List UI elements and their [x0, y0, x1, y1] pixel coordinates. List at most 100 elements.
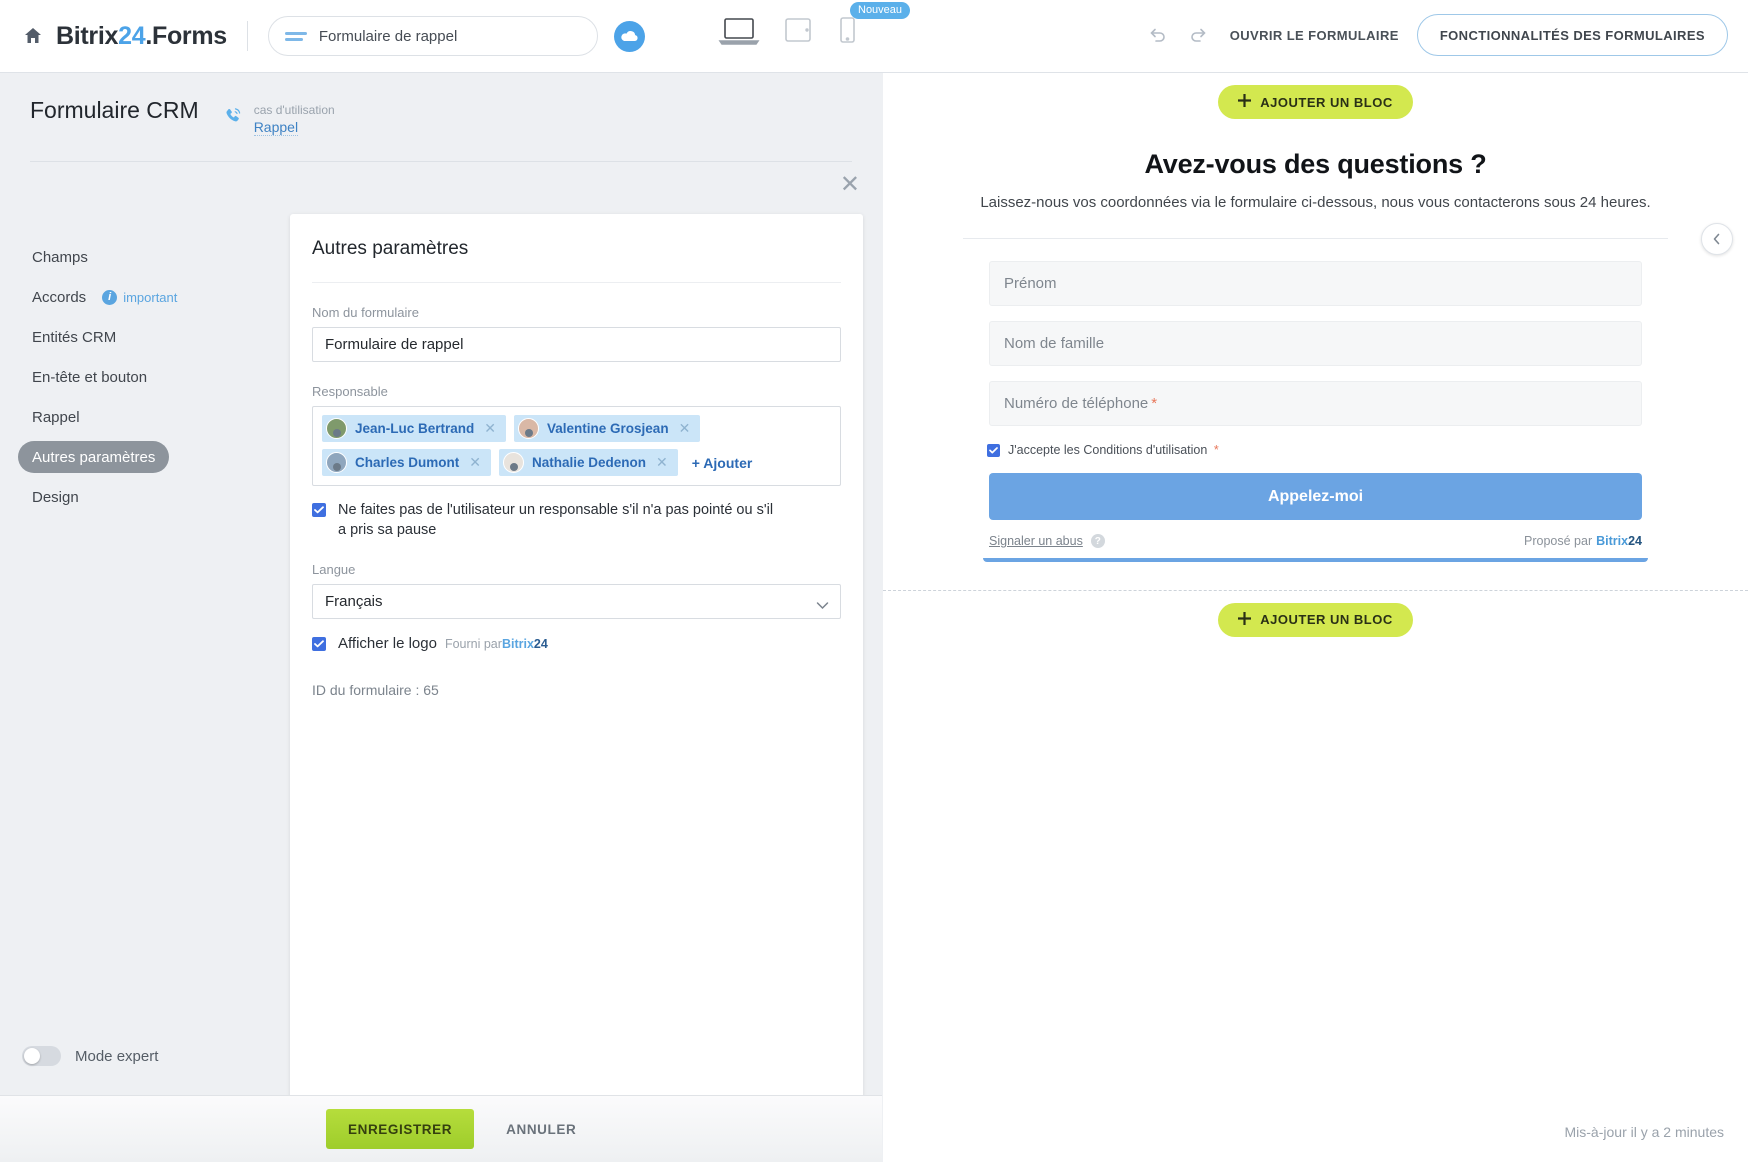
laptop-icon[interactable]	[718, 14, 760, 51]
responsible-chip[interactable]: Charles Dumont ✕	[322, 449, 491, 476]
cancel-button[interactable]: ANNULER	[500, 1121, 582, 1138]
add-block-button-bottom[interactable]: AJOUTER UN BLOC	[1218, 603, 1412, 637]
responsible-chip[interactable]: Jean-Luc Bertrand ✕	[322, 415, 506, 442]
remove-icon[interactable]: ✕	[484, 420, 496, 437]
remove-icon[interactable]: ✕	[679, 420, 691, 437]
use-case: cas d'utilisation Rappel	[221, 101, 335, 137]
expert-mode-toggle[interactable]	[22, 1046, 61, 1066]
sidebar-item-label: Entités CRM	[32, 329, 116, 346]
app-root: Bitrix24.Forms Formulaire de rappel	[0, 0, 1748, 1162]
sidebar-item-label: Design	[32, 489, 79, 506]
open-form-button[interactable]: OUVRIR LE FORMULAIRE	[1230, 28, 1399, 43]
tablet-icon[interactable]	[782, 14, 814, 51]
report-abuse-link[interactable]: Signaler un abus	[989, 534, 1083, 548]
settings-title: Autres paramètres	[312, 238, 841, 260]
powered-by-text: Proposé par	[1524, 534, 1592, 548]
important-label: important	[123, 290, 177, 305]
language-value: Français	[325, 593, 383, 610]
device-preview-group: Nouveau	[718, 14, 858, 51]
accept-terms-text: J'accepte les Conditions d'utilisation	[1008, 443, 1207, 457]
form-name-text: Formulaire de rappel	[319, 28, 457, 45]
powered-brand: Bitrix	[1596, 534, 1628, 548]
brand-post: .Forms	[145, 22, 227, 50]
undo-icon[interactable]	[1138, 15, 1178, 55]
sidebar-item-label: En-tête et bouton	[32, 369, 147, 386]
sidebar-item-label: Champs	[32, 249, 88, 266]
responsible-name: Jean-Luc Bertrand	[355, 421, 474, 436]
remove-icon[interactable]: ✕	[656, 454, 668, 471]
editor-nav: Champs Accords i important Entités CRM E…	[0, 233, 290, 521]
sidebar-item-en-tete-et-bouton[interactable]: En-tête et bouton	[18, 361, 161, 393]
responsible-chip[interactable]: Valentine Grosjean ✕	[514, 415, 700, 442]
plus-icon	[1238, 94, 1251, 110]
question-mark-icon[interactable]: ?	[1091, 534, 1105, 548]
logo-brand-num: 24	[534, 637, 548, 651]
language-select-wrap: Français	[312, 584, 841, 619]
sidebar-item-label: Autres paramètres	[32, 449, 155, 466]
sidebar-item-label: Rappel	[32, 409, 80, 426]
brand-pre: Bitrix	[56, 22, 118, 50]
cloud-icon[interactable]	[614, 21, 645, 52]
required-mark: *	[1151, 395, 1157, 412]
sidebar-item-champs[interactable]: Champs	[18, 241, 102, 273]
responsible-chip[interactable]: Nathalie Dedenon ✕	[499, 449, 678, 476]
important-tag: i important	[102, 290, 177, 305]
no-responsible-checkbox[interactable]	[312, 503, 326, 517]
sidebar-item-design[interactable]: Design	[18, 481, 93, 513]
redo-icon[interactable]	[1178, 15, 1218, 55]
responsible-label: Responsable	[312, 384, 841, 399]
preview-fields: Prénom Nom de famille Numéro de téléphon…	[883, 239, 1748, 426]
home-icon[interactable]	[22, 25, 44, 47]
submit-button[interactable]: Appelez-moi	[989, 473, 1642, 520]
sidebar-item-entites-crm[interactable]: Entités CRM	[18, 321, 130, 353]
phone-icon[interactable]: Nouveau	[836, 14, 858, 51]
top-bar-actions: OUVRIR LE FORMULAIRE FONCTIONNALITÉS DES…	[1138, 14, 1728, 56]
responsible-name: Nathalie Dedenon	[532, 455, 646, 470]
editor-panel: Formulaire CRM cas d'utilisation Rappel …	[0, 73, 882, 1162]
accept-terms-row: J'accepte les Conditions d'utilisation *	[883, 441, 1748, 457]
add-block-label: AJOUTER UN BLOC	[1260, 612, 1392, 627]
badge-nouveau: Nouveau	[850, 2, 910, 19]
sidebar-item-rappel[interactable]: Rappel	[18, 401, 94, 433]
sidebar-item-accords[interactable]: Accords i important	[18, 281, 191, 313]
header-divider	[30, 161, 852, 162]
firstname-field[interactable]: Prénom	[989, 261, 1642, 306]
page-title: Formulaire CRM	[30, 97, 199, 124]
info-icon: i	[102, 290, 117, 305]
accept-required-mark: *	[1214, 443, 1219, 457]
lastname-field[interactable]: Nom de famille	[989, 321, 1642, 366]
sidebar-item-autres-parametres[interactable]: Autres paramètres	[18, 441, 169, 473]
powered-brand-num: 24	[1628, 534, 1642, 548]
form-features-button[interactable]: FONCTIONNALITÉS DES FORMULAIRES	[1417, 14, 1728, 56]
use-case-value[interactable]: Rappel	[254, 119, 298, 136]
language-select[interactable]: Français	[312, 584, 841, 619]
close-icon[interactable]: ✕	[840, 173, 860, 197]
preview-form: Avez-vous des questions ? Laissez-nous v…	[883, 131, 1748, 562]
show-logo-row: Afficher le logo Fourni parBitrix24	[312, 635, 841, 652]
form-name-selector[interactable]: Formulaire de rappel	[268, 16, 598, 56]
top-bar: Bitrix24.Forms Formulaire de rappel	[0, 0, 1748, 73]
responsible-field[interactable]: Jean-Luc Bertrand ✕ Valentine Grosjean ✕…	[312, 406, 841, 486]
show-logo-checkbox[interactable]	[312, 637, 326, 651]
logo-provider-text: Fourni par	[445, 637, 502, 651]
add-responsible-button[interactable]: + Ajouter	[692, 455, 753, 471]
powered-by: Proposé par Bitrix24	[1524, 534, 1642, 548]
form-lines-icon	[285, 32, 307, 41]
brand-24: 24	[118, 22, 145, 50]
phone-placeholder: Numéro de téléphone	[1004, 395, 1148, 412]
preview-form-subtitle: Laissez-nous vos coordonnées via le form…	[883, 192, 1748, 213]
firstname-placeholder: Prénom	[1004, 275, 1057, 292]
save-button[interactable]: ENREGISTRER	[326, 1109, 474, 1149]
avatar	[503, 452, 524, 473]
sidebar-item-label: Accords	[32, 289, 86, 306]
accept-terms-checkbox[interactable]	[987, 444, 1000, 457]
lastname-placeholder: Nom de famille	[1004, 335, 1104, 352]
form-name-input[interactable]	[312, 327, 841, 362]
add-block-button-top[interactable]: AJOUTER UN BLOC	[1218, 85, 1412, 119]
form-bottom-edge	[983, 558, 1648, 562]
phone-field[interactable]: Numéro de téléphone*	[989, 381, 1642, 426]
collapse-panel-button[interactable]	[1701, 223, 1733, 255]
no-responsible-label: Ne faites pas de l'utilisateur un respon…	[338, 500, 783, 540]
remove-icon[interactable]: ✕	[469, 454, 481, 471]
use-case-label: cas d'utilisation	[254, 103, 335, 117]
